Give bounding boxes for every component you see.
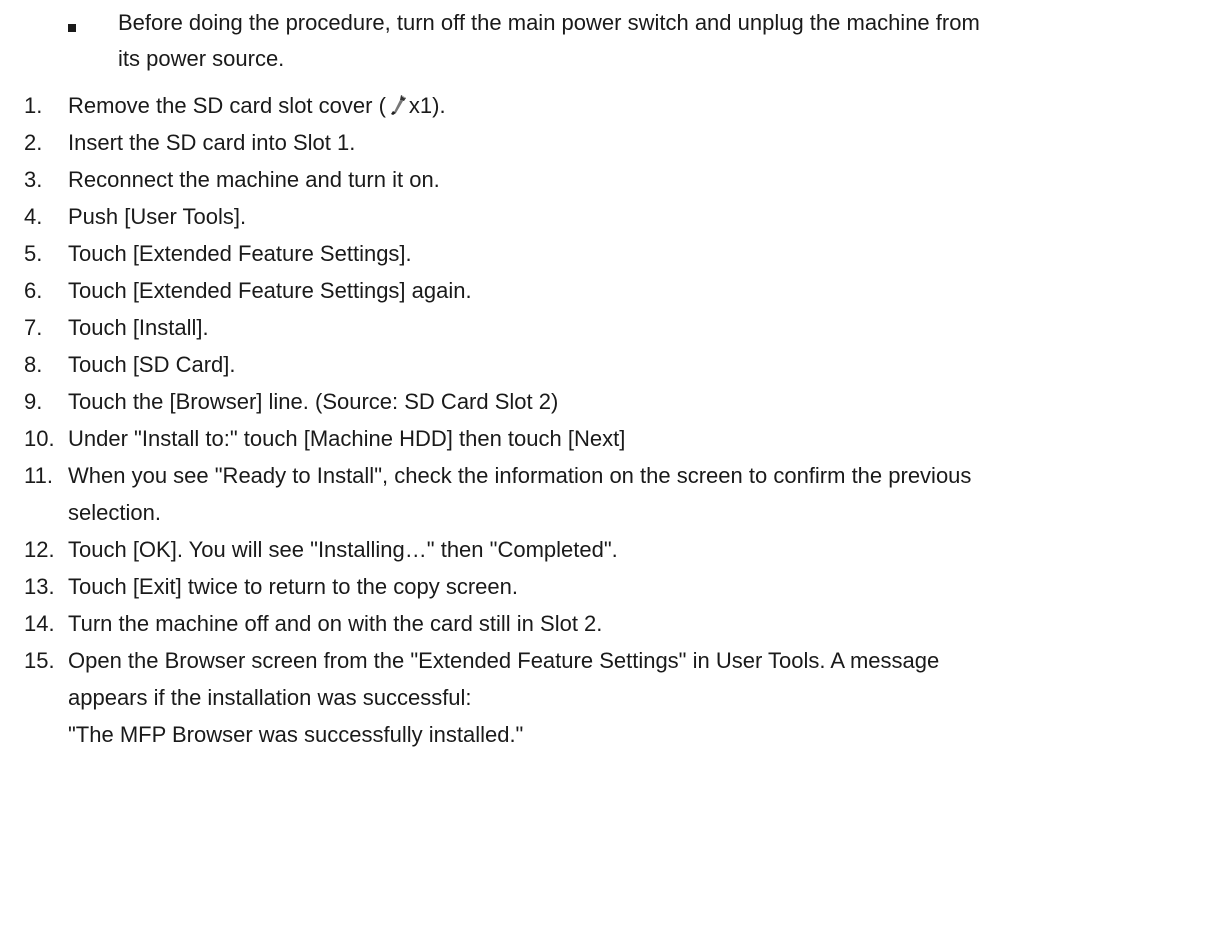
step-number: 10. [24,426,55,451]
step-number: 13. [24,574,55,599]
step-number: 3. [24,167,43,192]
step-text: Turn the machine off and on with the car… [68,611,603,636]
note-text-line: its power source. [118,46,285,71]
step-text: Insert the SD card into Slot 1. [68,130,356,155]
step-number: 15. [24,648,55,673]
step-text: Under "Install to:" touch [Machine HDD] … [68,426,626,451]
square-bullet-icon [68,24,76,32]
step-text: Touch [Exit] twice to return to the copy… [68,574,518,599]
step-number: 4. [24,204,43,229]
step-text: Open the Browser screen from the "Extend… [68,648,940,673]
step-text: Remove the SD card slot cover (x1). [68,93,446,118]
step-number: 11. [24,463,53,488]
note-text-line: Before doing the procedure, turn off the… [118,10,980,35]
step-text: Touch [SD Card]. [68,352,236,377]
step-number: 8. [24,352,43,377]
step-text: appears if the installation was successf… [68,685,472,710]
step-number: 2. [24,130,43,155]
step-text: Reconnect the machine and turn it on. [68,167,440,192]
step-number: 6. [24,278,43,303]
step-number: 7. [24,315,43,340]
step-number: 9. [24,389,43,414]
step-number: 1. [24,93,43,118]
step-text: Touch the [Browser] line. (Source: SD Ca… [68,389,559,414]
screwdriver-icon [390,95,406,115]
step-number: 12. [24,537,55,562]
step-number: 14. [24,611,55,636]
step-text: Push [User Tools]. [68,204,247,229]
step-text: Touch [Extended Feature Settings] again. [68,278,472,303]
step-text: selection. [68,500,161,525]
step-text: Touch [Extended Feature Settings]. [68,241,412,266]
step-text: "The MFP Browser was successfully instal… [68,722,524,747]
step-text: Touch [Install]. [68,315,209,340]
step-text: Touch [OK]. You will see "Installing…" t… [68,537,618,562]
step-text: When you see "Ready to Install", check t… [68,463,972,488]
step-number: 5. [24,241,43,266]
